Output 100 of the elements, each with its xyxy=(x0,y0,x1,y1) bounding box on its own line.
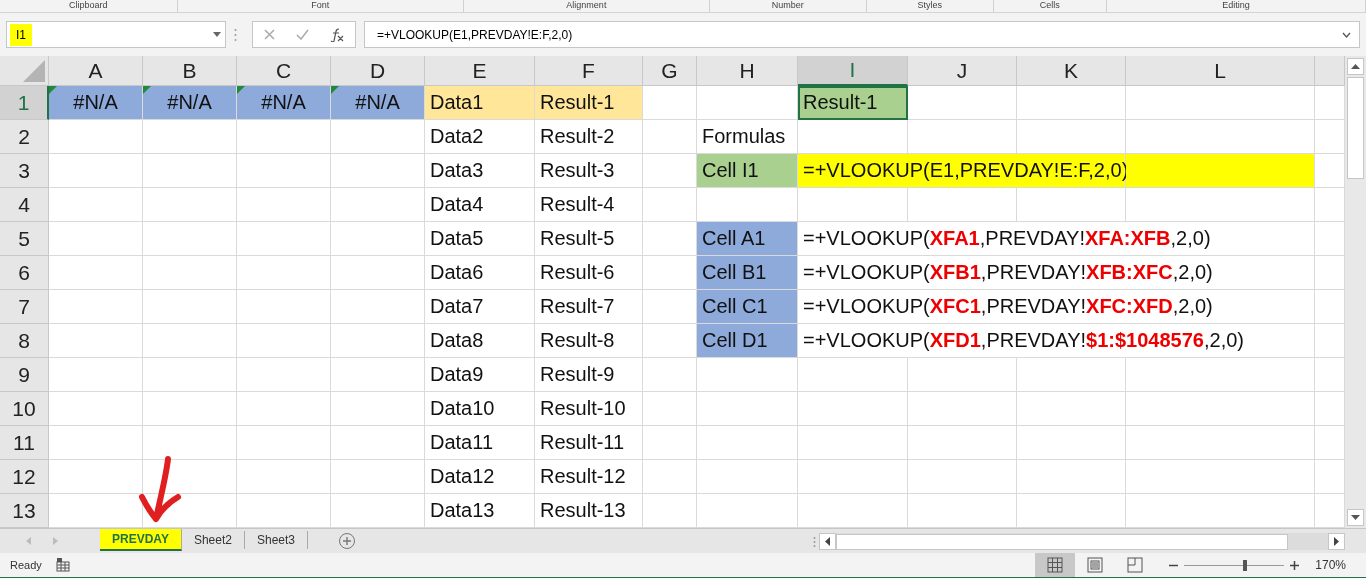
table-cell[interactable]: #N/A xyxy=(331,86,425,120)
table-cell[interactable]: Cell D1 xyxy=(697,324,798,358)
sheet-tab[interactable]: Sheet3 xyxy=(244,531,308,549)
table-cell[interactable] xyxy=(237,426,331,460)
table-cell[interactable] xyxy=(908,188,1017,222)
view-button[interactable] xyxy=(1035,553,1076,577)
zoom-level[interactable]: 170% xyxy=(1315,558,1346,572)
table-cell[interactable] xyxy=(331,324,425,358)
table-cell[interactable]: Data1 xyxy=(425,86,535,120)
table-cell[interactable] xyxy=(237,358,331,392)
table-cell[interactable]: Data7 xyxy=(425,290,535,324)
table-cell[interactable]: =+VLOOKUP(XFB1,PREVDAY!XFB:XFC,2,0) xyxy=(798,256,1315,290)
table-cell[interactable]: Cell A1 xyxy=(697,222,798,256)
table-cell[interactable] xyxy=(331,222,425,256)
table-cell[interactable]: Result-12 xyxy=(535,460,643,494)
table-cell[interactable]: Result-1 xyxy=(798,86,908,120)
table-cell[interactable] xyxy=(643,358,697,392)
column-header[interactable]: I xyxy=(798,56,908,86)
add-sheet-icon[interactable] xyxy=(338,532,356,550)
table-cell[interactable]: Result-3 xyxy=(535,154,643,188)
table-cell[interactable] xyxy=(143,460,237,494)
table-cell[interactable]: Data8 xyxy=(425,324,535,358)
table-cell[interactable] xyxy=(143,392,237,426)
table-cell[interactable] xyxy=(1126,154,1315,188)
column-header[interactable]: D xyxy=(331,56,425,86)
table-cell[interactable] xyxy=(331,426,425,460)
row-header[interactable]: 7 xyxy=(0,290,49,324)
table-cell[interactable]: Result-11 xyxy=(535,426,643,460)
check-icon[interactable] xyxy=(296,29,309,40)
table-cell[interactable] xyxy=(331,358,425,392)
table-cell[interactable]: Result-5 xyxy=(535,222,643,256)
row-header[interactable]: 1 xyxy=(0,86,49,120)
table-cell[interactable] xyxy=(143,426,237,460)
table-cell[interactable]: Cell C1 xyxy=(697,290,798,324)
table-cell[interactable]: Result-8 xyxy=(535,324,643,358)
previous-sheet-icon[interactable] xyxy=(26,537,31,545)
table-cell[interactable]: Result-1 xyxy=(535,86,643,120)
sheet-tab[interactable]: PREVDAY xyxy=(100,529,182,551)
row-header[interactable]: 2 xyxy=(0,120,49,154)
table-cell[interactable] xyxy=(1126,86,1315,120)
table-cell[interactable] xyxy=(49,324,143,358)
table-cell[interactable] xyxy=(908,426,1017,460)
row-header[interactable]: 10 xyxy=(0,392,49,426)
row-header[interactable]: 4 xyxy=(0,188,49,222)
table-cell[interactable] xyxy=(331,256,425,290)
table-cell[interactable] xyxy=(1017,426,1126,460)
table-cell[interactable] xyxy=(143,358,237,392)
table-cell[interactable]: Result-7 xyxy=(535,290,643,324)
table-cell[interactable] xyxy=(1126,392,1315,426)
row-header[interactable]: 13 xyxy=(0,494,49,528)
table-cell[interactable] xyxy=(798,460,908,494)
macro-icon[interactable] xyxy=(55,558,70,572)
table-cell[interactable] xyxy=(697,426,798,460)
table-cell[interactable] xyxy=(49,358,143,392)
table-cell[interactable]: #N/A xyxy=(49,86,143,120)
table-cell[interactable] xyxy=(908,392,1017,426)
table-cell[interactable] xyxy=(1017,358,1126,392)
table-cell[interactable] xyxy=(643,188,697,222)
table-cell[interactable] xyxy=(697,392,798,426)
table-cell[interactable] xyxy=(331,154,425,188)
column-header[interactable]: G xyxy=(643,56,697,86)
table-cell[interactable] xyxy=(49,392,143,426)
select-all-button[interactable] xyxy=(0,56,49,86)
formula-field[interactable]: =+VLOOKUP(E1,PREVDAY!E:F,2,0) xyxy=(364,21,1360,48)
table-cell[interactable] xyxy=(143,222,237,256)
table-cell[interactable]: Data4 xyxy=(425,188,535,222)
table-cell[interactable]: Cell B1 xyxy=(697,256,798,290)
table-cell[interactable] xyxy=(49,154,143,188)
splitter-icon[interactable] xyxy=(813,535,816,548)
table-cell[interactable]: Result-10 xyxy=(535,392,643,426)
table-cell[interactable]: Data6 xyxy=(425,256,535,290)
scroll-right-icon[interactable] xyxy=(1334,537,1339,546)
table-cell[interactable] xyxy=(49,188,143,222)
table-cell[interactable] xyxy=(1017,392,1126,426)
table-cell[interactable]: Cell I1 xyxy=(697,154,798,188)
table-cell[interactable] xyxy=(143,324,237,358)
table-cell[interactable]: #N/A xyxy=(237,86,331,120)
table-cell[interactable]: Result-9 xyxy=(535,358,643,392)
table-cell[interactable] xyxy=(1017,460,1126,494)
table-cell[interactable] xyxy=(237,324,331,358)
column-header[interactable]: F xyxy=(535,56,643,86)
table-cell[interactable] xyxy=(143,154,237,188)
scroll-left-icon[interactable] xyxy=(825,537,830,546)
table-cell[interactable] xyxy=(331,188,425,222)
column-header[interactable] xyxy=(1315,56,1345,86)
column-header[interactable]: H xyxy=(697,56,798,86)
table-cell[interactable] xyxy=(237,290,331,324)
scroll-down-icon[interactable] xyxy=(1351,515,1360,520)
column-header[interactable]: C xyxy=(237,56,331,86)
table-cell[interactable]: Result-2 xyxy=(535,120,643,154)
row-header[interactable]: 3 xyxy=(0,154,49,188)
table-cell[interactable] xyxy=(798,188,908,222)
table-cell[interactable] xyxy=(143,188,237,222)
column-header[interactable]: J xyxy=(908,56,1017,86)
table-cell[interactable] xyxy=(49,290,143,324)
table-cell[interactable]: =+VLOOKUP(XFD1,PREVDAY!$1:$1048576,2,0) xyxy=(798,324,1315,358)
table-cell[interactable] xyxy=(237,392,331,426)
column-header[interactable]: A xyxy=(49,56,143,86)
table-cell[interactable] xyxy=(1126,460,1315,494)
row-header[interactable]: 8 xyxy=(0,324,49,358)
